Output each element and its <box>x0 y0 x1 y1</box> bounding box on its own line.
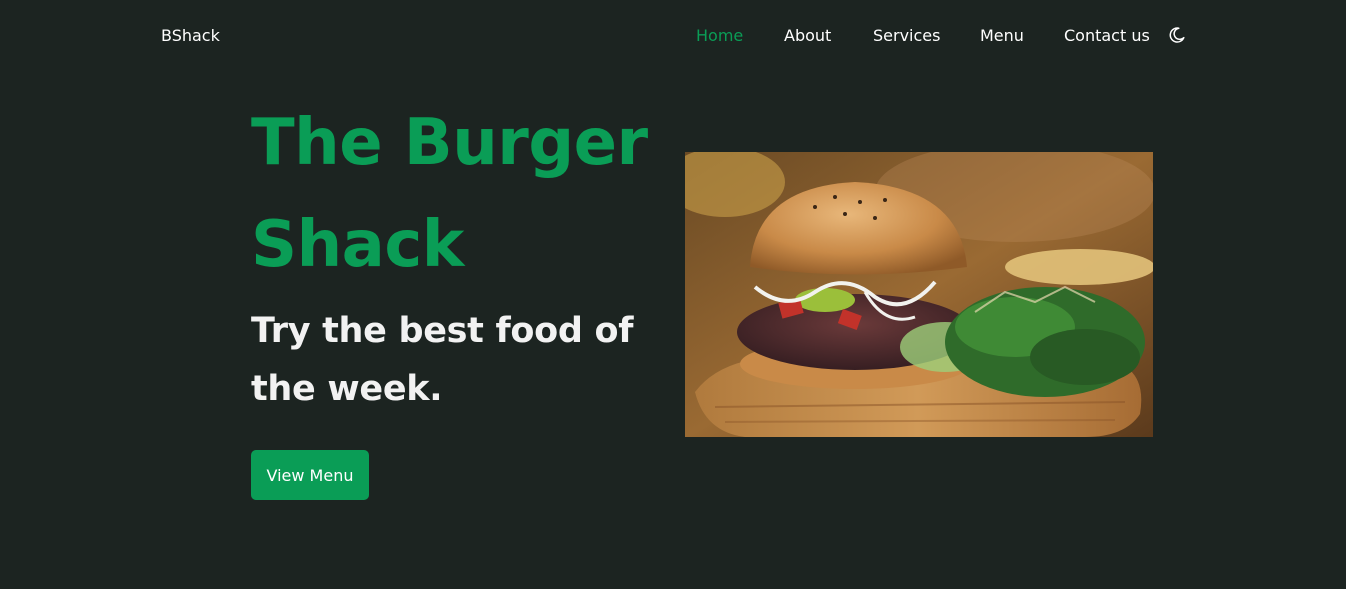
theme-toggle-button[interactable] <box>1167 25 1187 45</box>
brand-logo[interactable]: BShack <box>161 26 220 46</box>
view-menu-button[interactable]: View Menu <box>251 450 369 500</box>
nav-link-about[interactable]: About <box>784 26 831 46</box>
burger-photo <box>685 152 1153 437</box>
hero-subtitle: Try the best food of the week. <box>251 311 634 409</box>
nav-link-menu[interactable]: Menu <box>980 26 1024 46</box>
navbar: BShack Home About Services Menu Contact … <box>0 0 1346 72</box>
nav-link-contact[interactable]: Contact us <box>1064 26 1150 46</box>
hero-title: The Burger Shack <box>251 106 648 282</box>
moon-icon <box>1169 27 1185 43</box>
nav-link-services[interactable]: Services <box>873 26 940 46</box>
nav-link-home[interactable]: Home <box>696 26 743 46</box>
